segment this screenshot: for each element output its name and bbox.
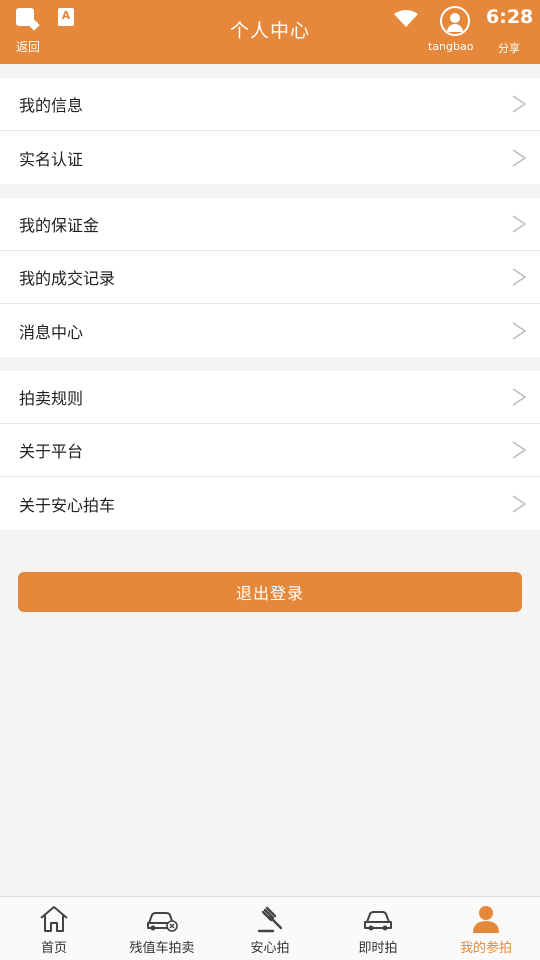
- chevron-right-icon: [512, 94, 526, 114]
- menu-item-label: 我的成交记录: [19, 269, 116, 288]
- chevron-right-icon: [512, 440, 526, 460]
- account-avatar-icon[interactable]: [440, 6, 470, 36]
- menu-item-deal-records[interactable]: 我的成交记录: [0, 251, 540, 304]
- menu-item-label: 实名认证: [19, 149, 84, 169]
- logout-button[interactable]: 退出登录: [18, 572, 522, 612]
- menu-item-messages[interactable]: 消息中心: [0, 304, 540, 357]
- car-cancel-icon: [147, 912, 178, 932]
- menu-item-about-platform[interactable]: 关于平台: [0, 424, 540, 477]
- menu-item-label: 关于安心拍车: [19, 495, 116, 515]
- menu-item-label: 消息中心: [19, 322, 84, 342]
- menu-item-label: 关于平台: [19, 442, 84, 461]
- menu-item-label: 我的信息: [19, 96, 84, 115]
- status-clock: 6:28: [486, 6, 534, 28]
- auction-hammer-icon: [257, 906, 283, 933]
- home-icon: [40, 906, 68, 932]
- chevron-right-icon: [512, 148, 526, 168]
- menu-item-about-app[interactable]: 关于安心拍车: [0, 477, 540, 530]
- nav-item-salvage-auction[interactable]: 残值车拍卖: [108, 897, 216, 960]
- nav-item-home[interactable]: 首页: [0, 897, 108, 960]
- bottom-nav: 首页 残值车拍卖 安心拍 即时拍 我的参拍: [0, 896, 540, 960]
- car-icon: [364, 911, 392, 931]
- menu-group-about: 拍卖规则 关于平台 关于安心拍车: [0, 371, 540, 530]
- menu-item-deposit[interactable]: 我的保证金: [0, 198, 540, 251]
- nav-item-safe-auction[interactable]: 安心拍: [216, 897, 324, 960]
- chevron-right-icon: [512, 494, 526, 514]
- chevron-right-icon: [512, 267, 526, 287]
- nav-item-label: 我的参拍: [459, 941, 512, 956]
- wifi-icon: [394, 10, 418, 27]
- chevron-right-icon: [512, 214, 526, 234]
- account-name[interactable]: tangbao: [428, 40, 473, 53]
- chevron-right-icon: [512, 387, 526, 407]
- nav-item-my-bids[interactable]: 我的参拍: [432, 897, 540, 960]
- menu-item-real-name[interactable]: 实名认证: [0, 131, 540, 184]
- menu-group-records: 我的保证金 我的成交记录 消息中心: [0, 198, 540, 357]
- menu-item-auction-rules[interactable]: 拍卖规则: [0, 371, 540, 424]
- menu-item-label: 拍卖规则: [19, 389, 84, 408]
- app-header: A 返回 个人中心 6:28 tangbao 分享: [0, 0, 540, 64]
- nav-item-instant-auction[interactable]: 即时拍: [324, 897, 432, 960]
- nav-item-label: 首页: [40, 941, 67, 956]
- chevron-right-icon: [512, 321, 526, 341]
- menu-group-account: 我的信息 实名认证: [0, 78, 540, 184]
- nav-item-label: 安心拍: [250, 941, 290, 956]
- share-button[interactable]: 分享: [498, 40, 520, 56]
- person-icon: [473, 906, 499, 933]
- nav-item-label: 即时拍: [358, 941, 398, 956]
- nav-item-label: 残值车拍卖: [129, 941, 195, 956]
- menu-item-label: 我的保证金: [19, 216, 100, 235]
- menu-item-my-info[interactable]: 我的信息: [0, 78, 540, 131]
